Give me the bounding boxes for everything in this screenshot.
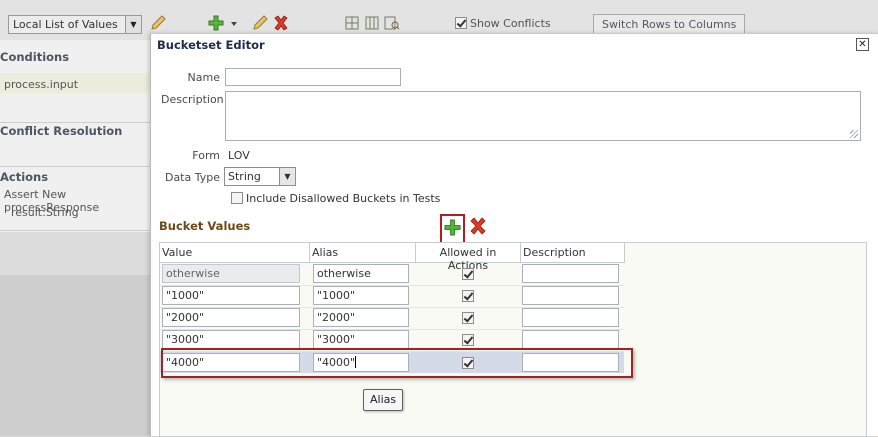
column-header-alias[interactable]: Alias bbox=[310, 243, 416, 263]
allowed-checkbox[interactable] bbox=[462, 334, 474, 346]
description-cell[interactable] bbox=[522, 286, 619, 305]
delete-icon[interactable] bbox=[469, 217, 487, 235]
dialog-title: Bucketset Editor bbox=[157, 38, 265, 52]
background-lower-area bbox=[0, 275, 152, 436]
divider bbox=[0, 122, 152, 123]
selected-row-outline bbox=[161, 348, 633, 378]
description-label: Description bbox=[161, 93, 224, 106]
alias-tooltip: Alias bbox=[363, 389, 404, 411]
add-bucket-button[interactable] bbox=[440, 214, 465, 244]
list-of-values-select[interactable]: Local List of Values ▼ bbox=[8, 15, 142, 34]
alias-cell[interactable]: "3000" bbox=[313, 330, 409, 349]
insert-column-icon[interactable] bbox=[363, 14, 381, 32]
value-cell[interactable]: "1000" bbox=[162, 286, 300, 305]
alias-cell[interactable]: "1000" bbox=[313, 286, 409, 305]
list-select-value: Local List of Values bbox=[13, 18, 118, 31]
divider bbox=[0, 230, 152, 231]
conflict-resolution-heading: Conflict Resolution bbox=[0, 124, 123, 138]
name-label: Name bbox=[187, 71, 220, 84]
edit-pencil-icon[interactable] bbox=[149, 14, 167, 32]
data-type-value: String bbox=[228, 170, 261, 183]
rules-left-panel: Conditions process.input Conflict Resolu… bbox=[0, 40, 152, 232]
action-sub-item[interactable]: result:String bbox=[11, 206, 79, 219]
conditions-heading: Conditions bbox=[0, 50, 70, 64]
value-cell: otherwise bbox=[162, 264, 300, 283]
chevron-down-icon: ▼ bbox=[125, 16, 141, 33]
value-cell[interactable]: "3000" bbox=[162, 330, 300, 349]
include-disallowed-checkbox[interactable] bbox=[231, 192, 243, 204]
insert-row-icon[interactable] bbox=[343, 14, 361, 32]
description-cell[interactable] bbox=[522, 330, 619, 349]
condition-item[interactable]: process.input bbox=[4, 78, 78, 91]
include-disallowed-label: Include Disallowed Buckets in Tests bbox=[246, 192, 441, 205]
delete-icon[interactable] bbox=[272, 14, 290, 32]
column-header-value[interactable]: Value bbox=[160, 243, 310, 263]
table-search-icon[interactable] bbox=[383, 14, 401, 32]
show-conflicts-toggle[interactable]: Show Conflicts bbox=[455, 17, 551, 30]
divider bbox=[0, 166, 152, 167]
name-input[interactable] bbox=[225, 68, 401, 86]
bucket-values-table: Value Alias Allowed in Actions Descripti… bbox=[159, 242, 867, 437]
resize-grip-icon[interactable] bbox=[850, 130, 858, 138]
allowed-checkbox[interactable] bbox=[462, 312, 474, 324]
value-cell[interactable]: "2000" bbox=[162, 308, 300, 327]
description-textarea[interactable] bbox=[225, 91, 861, 141]
column-header-allowed[interactable]: Allowed in Actions bbox=[416, 243, 521, 272]
data-type-select[interactable]: String ▼ bbox=[224, 167, 296, 186]
actions-heading: Actions bbox=[0, 170, 49, 184]
bucket-values-title: Bucket Values bbox=[159, 219, 251, 233]
form-label: Form bbox=[192, 149, 220, 162]
close-icon[interactable]: ✕ bbox=[856, 38, 869, 51]
description-cell[interactable] bbox=[522, 308, 619, 327]
description-cell[interactable] bbox=[522, 264, 619, 283]
add-icon bbox=[444, 219, 461, 236]
edit-pencil-icon[interactable] bbox=[251, 14, 269, 32]
switch-rows-to-columns-button[interactable]: Switch Rows to Columns bbox=[593, 14, 746, 35]
allowed-checkbox[interactable] bbox=[462, 268, 474, 280]
alias-cell[interactable]: otherwise bbox=[313, 264, 409, 283]
include-disallowed-option[interactable]: Include Disallowed Buckets in Tests bbox=[231, 192, 440, 205]
chevron-down-icon: ▼ bbox=[279, 168, 295, 185]
show-conflicts-label: Show Conflicts bbox=[470, 17, 551, 30]
add-icon[interactable] bbox=[207, 14, 225, 32]
show-conflicts-checkbox[interactable] bbox=[455, 17, 467, 29]
allowed-checkbox[interactable] bbox=[462, 290, 474, 302]
data-type-label: Data Type bbox=[164, 171, 220, 184]
form-value: LOV bbox=[228, 149, 250, 162]
column-header-description[interactable]: Description bbox=[521, 243, 625, 263]
alias-cell[interactable]: "2000" bbox=[313, 308, 409, 327]
chevron-down-icon[interactable] bbox=[229, 14, 239, 32]
bucketset-editor-dialog: Bucketset Editor ✕ Name Description Form… bbox=[150, 33, 878, 437]
